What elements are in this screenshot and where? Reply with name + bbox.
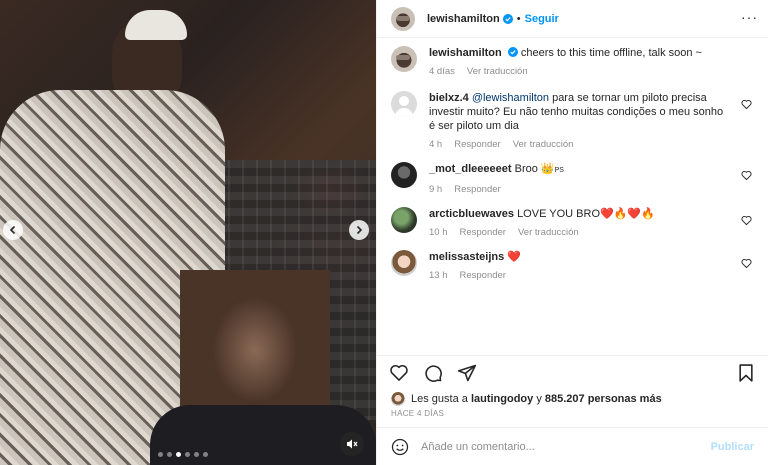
- caption-text: lewishamilton cheers to this time offlin…: [429, 46, 730, 60]
- follow-button[interactable]: Seguir: [525, 13, 559, 25]
- caption-content: cheers to this time offline, talk soon ~: [520, 47, 702, 59]
- comment-content: LOVE YOU BRO❤️🔥❤️🔥: [517, 208, 655, 220]
- comment-text: _mot_dleeeeeet Broo 👑PS: [429, 162, 730, 178]
- share-paper-plane-icon[interactable]: [457, 363, 477, 383]
- timestamp[interactable]: 10 h: [429, 226, 448, 240]
- likes-count[interactable]: 885.207 personas más: [545, 393, 662, 405]
- comment-content-suffix: PS: [554, 167, 564, 174]
- timestamp[interactable]: 9 h: [429, 183, 442, 197]
- comment-username[interactable]: melissasteijns: [429, 251, 504, 263]
- comment-content: Broo 👑: [514, 163, 555, 175]
- like-comment-heart-icon[interactable]: [741, 215, 752, 226]
- chevron-left-icon: [9, 225, 16, 235]
- likes-prefix: Les gusta a: [411, 393, 468, 405]
- comment-bubble-icon[interactable]: [423, 363, 443, 383]
- avatar[interactable]: [391, 6, 415, 31]
- verified-badge-icon: [507, 47, 518, 57]
- comment-username[interactable]: _mot_dleeeeeet: [429, 163, 512, 175]
- avatar[interactable]: [391, 250, 417, 276]
- comment-body: melissasteijns ❤️ 13 h Responder: [429, 250, 754, 283]
- avatar[interactable]: [391, 207, 417, 233]
- like-comment-heart-icon[interactable]: [741, 170, 752, 181]
- carousel-indicator: [158, 452, 208, 457]
- comments-list[interactable]: lewishamilton cheers to this time offlin…: [377, 38, 768, 355]
- add-comment-bar: Publicar: [377, 427, 768, 465]
- emoji-smiley-icon[interactable]: [391, 438, 409, 456]
- carousel-dot: [158, 452, 163, 457]
- timestamp[interactable]: 4 días: [429, 65, 455, 79]
- mention-link[interactable]: @lewishamilton: [472, 92, 549, 104]
- verified-badge-icon: [502, 13, 513, 24]
- save-bookmark-icon[interactable]: [736, 363, 756, 383]
- carousel-dot: [176, 452, 181, 457]
- comment-text: melissasteijns ❤️: [429, 250, 730, 264]
- more-options-button[interactable]: ···: [741, 9, 758, 25]
- separator-dot: •: [516, 12, 521, 25]
- like-comment-heart-icon[interactable]: [741, 258, 752, 269]
- avatar[interactable]: [391, 91, 417, 117]
- reply-button[interactable]: Responder: [460, 226, 506, 240]
- mute-button[interactable]: [340, 432, 364, 456]
- see-translation-link[interactable]: Ver traducción: [467, 65, 528, 79]
- comment-item: melissasteijns ❤️ 13 h Responder: [391, 250, 754, 283]
- reply-button[interactable]: Responder: [454, 183, 500, 197]
- carousel-dot: [185, 452, 190, 457]
- comment-input[interactable]: [421, 440, 711, 453]
- caption-username[interactable]: lewishamilton: [429, 47, 502, 59]
- author-username[interactable]: lewishamilton: [427, 13, 500, 25]
- caption: lewishamilton cheers to this time offlin…: [391, 46, 754, 79]
- comment-text: bielxz.4 @lewishamilton para se tornar u…: [429, 91, 730, 133]
- reply-button[interactable]: Responder: [454, 138, 500, 152]
- likes-connector: y: [536, 393, 542, 405]
- caption-meta: 4 días Ver traducción: [429, 65, 730, 79]
- timestamp[interactable]: 4 h: [429, 138, 442, 152]
- see-translation-link[interactable]: Ver traducción: [513, 138, 574, 152]
- caption-body: lewishamilton cheers to this time offlin…: [429, 46, 754, 79]
- chevron-right-icon: [356, 225, 363, 235]
- likes-summary[interactable]: Les gusta a lautingodoy y 885.207 person…: [377, 389, 768, 409]
- comment-body: arcticbluewaves LOVE YOU BRO❤️🔥❤️🔥 10 h …: [429, 207, 754, 240]
- comment-item: bielxz.4 @lewishamilton para se tornar u…: [391, 91, 754, 152]
- comment-content: ❤️: [507, 251, 521, 263]
- post-header: lewishamilton • Seguir ···: [377, 0, 768, 38]
- publish-button[interactable]: Publicar: [711, 441, 754, 453]
- reply-button[interactable]: Responder: [460, 269, 506, 283]
- comment-body: _mot_dleeeeeet Broo 👑PS 9 h Responder: [429, 162, 754, 197]
- comment-meta: 9 h Responder: [429, 183, 730, 197]
- comment-meta: 10 h Responder Ver traducción: [429, 226, 730, 240]
- carousel-dot: [167, 452, 172, 457]
- like-heart-icon[interactable]: [389, 363, 409, 383]
- liker-username[interactable]: lautingodoy: [471, 393, 533, 405]
- comment-item: _mot_dleeeeeet Broo 👑PS 9 h Responder: [391, 162, 754, 197]
- comment-text: arcticbluewaves LOVE YOU BRO❤️🔥❤️🔥: [429, 207, 730, 221]
- comment-body: bielxz.4 @lewishamilton para se tornar u…: [429, 91, 754, 152]
- carousel-prev-button[interactable]: [3, 220, 23, 240]
- like-comment-heart-icon[interactable]: [741, 99, 752, 110]
- timestamp[interactable]: 13 h: [429, 269, 448, 283]
- comment-username[interactable]: arcticbluewaves: [429, 208, 514, 220]
- avatar: [391, 392, 405, 406]
- carousel-dot: [203, 452, 208, 457]
- post-timestamp[interactable]: HACE 4 DÍAS: [377, 409, 768, 423]
- comment-meta: 4 h Responder Ver traducción: [429, 138, 730, 152]
- instagram-post-modal: lewishamilton • Seguir ··· lewishamilton…: [0, 0, 768, 465]
- carousel-dot: [194, 452, 199, 457]
- comment-meta: 13 h Responder: [429, 269, 730, 283]
- see-translation-link[interactable]: Ver traducción: [518, 226, 579, 240]
- avatar[interactable]: [391, 162, 417, 188]
- post-side-panel: lewishamilton • Seguir ··· lewishamilton…: [376, 0, 768, 465]
- comment-username[interactable]: bielxz.4: [429, 92, 469, 104]
- more-icon: ···: [741, 9, 758, 25]
- speaker-muted-icon: [347, 439, 358, 449]
- carousel-next-button[interactable]: [349, 220, 369, 240]
- comment-item: arcticbluewaves LOVE YOU BRO❤️🔥❤️🔥 10 h …: [391, 207, 754, 240]
- post-actions-bar: [377, 355, 768, 389]
- post-media[interactable]: [0, 0, 376, 465]
- avatar[interactable]: [391, 46, 417, 72]
